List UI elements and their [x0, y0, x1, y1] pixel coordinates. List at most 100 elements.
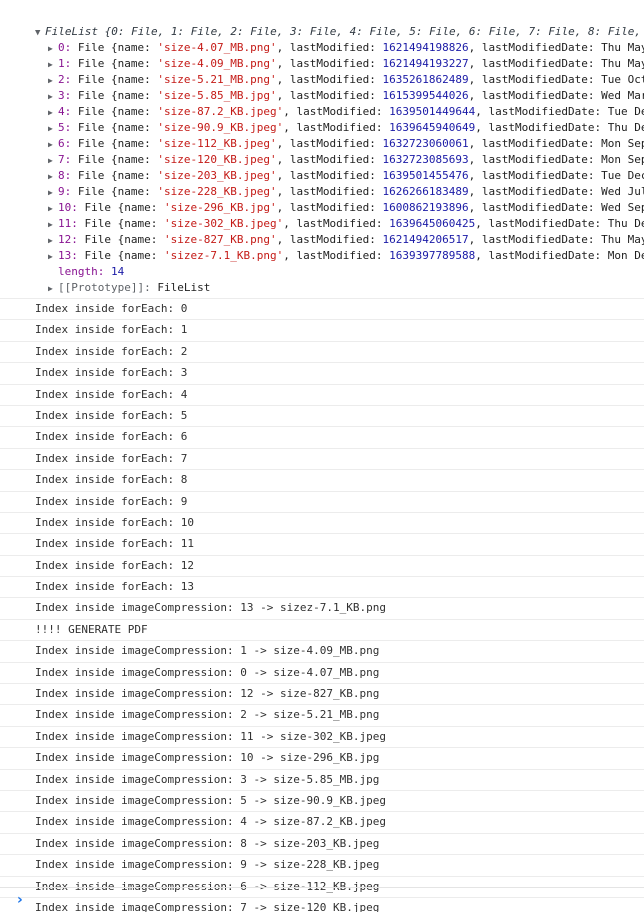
entry-last-modified: 1639501455476: [382, 169, 469, 182]
file-entry[interactable]: ▶ 7: File {name: 'size-120_KB.jpeg', last…: [0, 152, 644, 168]
entry-name: 'size-228_KB.jpeg': [157, 185, 277, 198]
entry-last-modified: 1635261862489: [382, 73, 469, 86]
entry-last-modified: 1615399544026: [382, 89, 469, 102]
log-line: Index inside imageCompression: 3 -> size…: [0, 770, 644, 791]
prompt-caret-icon: ›: [17, 892, 23, 908]
entry-index: 5: [58, 121, 65, 134]
log-line: Index inside forEach: 12: [0, 556, 644, 578]
log-line: Index inside forEach: 6: [0, 427, 644, 449]
file-entry[interactable]: ▶ 5: File {name: 'size-90.9_KB.jpeg', las…: [0, 120, 644, 136]
expand-right-icon[interactable]: ▶: [48, 185, 58, 200]
entry-index: 11: [58, 217, 72, 230]
entry-date: Wed Jul: [601, 185, 644, 198]
log-line: Index inside forEach: 10: [0, 513, 644, 535]
entry-date: Mon De: [607, 249, 644, 262]
entry-index: 13: [58, 249, 72, 262]
expand-right-icon[interactable]: ▶: [48, 137, 58, 152]
file-entry[interactable]: ▶ 11: File {name: 'size-302_KB.jpeg', las…: [0, 216, 644, 232]
entry-index: 9: [58, 185, 65, 198]
entry-date: Wed Mar: [601, 89, 644, 102]
log-line: Index inside forEach: 4: [0, 385, 644, 406]
log-line: Index inside imageCompression: 1 -> size…: [0, 641, 644, 663]
entry-index: 8: [58, 169, 65, 182]
entry-date: Tue Oct: [601, 73, 644, 86]
prototype-value: FileList: [157, 281, 211, 294]
entry-date: Wed Sep: [601, 201, 644, 214]
file-entry[interactable]: ▶ 6: File {name: 'size-112_KB.jpeg', last…: [0, 136, 644, 152]
file-entry[interactable]: ▶ 1: File {name: 'size-4.09_MB.png', last…: [0, 56, 644, 72]
expand-right-icon[interactable]: ▶: [48, 169, 58, 184]
file-entry[interactable]: ▶ 2: File {name: 'size-5.21_MB.png', last…: [0, 72, 644, 88]
expand-right-icon[interactable]: ▶: [48, 281, 58, 296]
entry-name: 'size-296_KB.jpg': [163, 201, 277, 214]
expand-right-icon[interactable]: ▶: [48, 153, 58, 168]
entry-last-modified: 1621494193227: [382, 57, 469, 70]
entry-index: 0: [58, 41, 65, 54]
entry-name: 'size-4.07_MB.png': [157, 41, 277, 54]
expand-right-icon[interactable]: ▶: [48, 217, 58, 232]
filelist-header-text: FileList {0: File, 1: File, 2: File, 3: …: [45, 25, 642, 38]
log-line: !!!! GENERATE PDF: [0, 620, 644, 642]
log-line: Index inside imageCompression: 0 -> size…: [0, 663, 644, 685]
entry-last-modified: 1621494198826: [382, 41, 469, 54]
log-line: Index inside imageCompression: 4 -> size…: [0, 812, 644, 834]
entry-last-modified: 1639645060425: [389, 217, 476, 230]
length-row: length: 14: [0, 264, 644, 280]
log-line: Index inside forEach: 9: [0, 492, 644, 513]
entry-index: 10: [58, 201, 72, 214]
expand-right-icon[interactable]: ▶: [48, 121, 58, 136]
log-line: Index inside forEach: 1: [0, 320, 644, 342]
log-line: Index inside imageCompression: 11 -> siz…: [0, 727, 644, 749]
entry-date: Thu De: [607, 217, 644, 230]
expand-down-icon[interactable]: ▼: [35, 25, 45, 40]
log-line: Index inside forEach: 13: [0, 577, 644, 599]
log-line: Index inside forEach: 0: [0, 299, 644, 321]
entry-index: 4: [58, 105, 65, 118]
entry-date: Mon Sep: [601, 137, 644, 150]
filelist-header[interactable]: ▼ FileList {0: File, 1: File, 2: File, 3:…: [0, 24, 644, 40]
entry-index: 6: [58, 137, 65, 150]
entry-index: 12: [58, 233, 72, 246]
expand-right-icon[interactable]: ▶: [48, 249, 58, 264]
entry-date: Tue De: [607, 105, 644, 118]
entry-last-modified: 1600862193896: [382, 201, 469, 214]
file-entry[interactable]: ▶ 4: File {name: 'size-87.2_KB.jpeg', las…: [0, 104, 644, 120]
file-entry[interactable]: ▶ 12: File {name: 'size-827_KB.png', last…: [0, 232, 644, 248]
expand-right-icon[interactable]: ▶: [48, 73, 58, 88]
prototype-row[interactable]: ▶ [[Prototype]]: FileList: [0, 280, 644, 296]
log-line: Index inside imageCompression: 12 -> siz…: [0, 684, 644, 706]
log-line: Index inside imageCompression: 9 -> size…: [0, 855, 644, 877]
file-entry[interactable]: ▶ 3: File {name: 'size-5.85_MB.jpg', last…: [0, 88, 644, 104]
log-line: Index inside imageCompression: 5 -> size…: [0, 791, 644, 813]
expand-right-icon[interactable]: ▶: [48, 89, 58, 104]
expand-right-icon[interactable]: ▶: [48, 201, 58, 216]
entry-date: Thu De: [607, 121, 644, 134]
log-line: Index inside imageCompression: 10 -> siz…: [0, 748, 644, 770]
entry-last-modified: 1621494206517: [382, 233, 469, 246]
entry-date: Tue Dec: [601, 169, 644, 182]
entry-last-modified: 1626266183489: [382, 185, 469, 198]
entry-last-modified: 1632723060061: [382, 137, 469, 150]
expand-right-icon[interactable]: ▶: [48, 41, 58, 56]
entry-name: 'size-112_KB.jpeg': [157, 137, 277, 150]
entry-last-modified: 1639397789588: [389, 249, 476, 262]
file-entry[interactable]: ▶ 0: File {name: 'size-4.07_MB.png', last…: [0, 40, 644, 56]
file-entry[interactable]: ▶ 13: File {name: 'sizez-7.1_KB.png', las…: [0, 248, 644, 264]
expand-right-icon[interactable]: ▶: [48, 57, 58, 72]
expand-right-icon[interactable]: ▶: [48, 233, 58, 248]
filelist-entries: ▶ 0: File {name: 'size-4.07_MB.png', last…: [0, 40, 644, 264]
file-entry[interactable]: ▶ 8: File {name: 'size-203_KB.jpeg', last…: [0, 168, 644, 184]
log-line: Index inside forEach: 8: [0, 470, 644, 492]
console-prompt[interactable]: ›: [0, 887, 644, 913]
file-entry[interactable]: ▶ 9: File {name: 'size-228_KB.jpeg', last…: [0, 184, 644, 200]
file-entry[interactable]: ▶ 10: File {name: 'size-296_KB.jpg', last…: [0, 200, 644, 216]
log-list: Index inside forEach: 0 Index inside forE…: [0, 299, 644, 912]
entry-index: 7: [58, 153, 65, 166]
log-line: Index inside forEach: 3: [0, 363, 644, 385]
console-panel: ▼ FileList {0: File, 1: File, 2: File, 3:…: [0, 0, 644, 912]
entry-index: 1: [58, 57, 65, 70]
entry-date: Thu May: [601, 57, 644, 70]
expand-right-icon[interactable]: ▶: [48, 105, 58, 120]
log-line: Index inside imageCompression: 2 -> size…: [0, 705, 644, 727]
entry-last-modified: 1632723085693: [382, 153, 469, 166]
